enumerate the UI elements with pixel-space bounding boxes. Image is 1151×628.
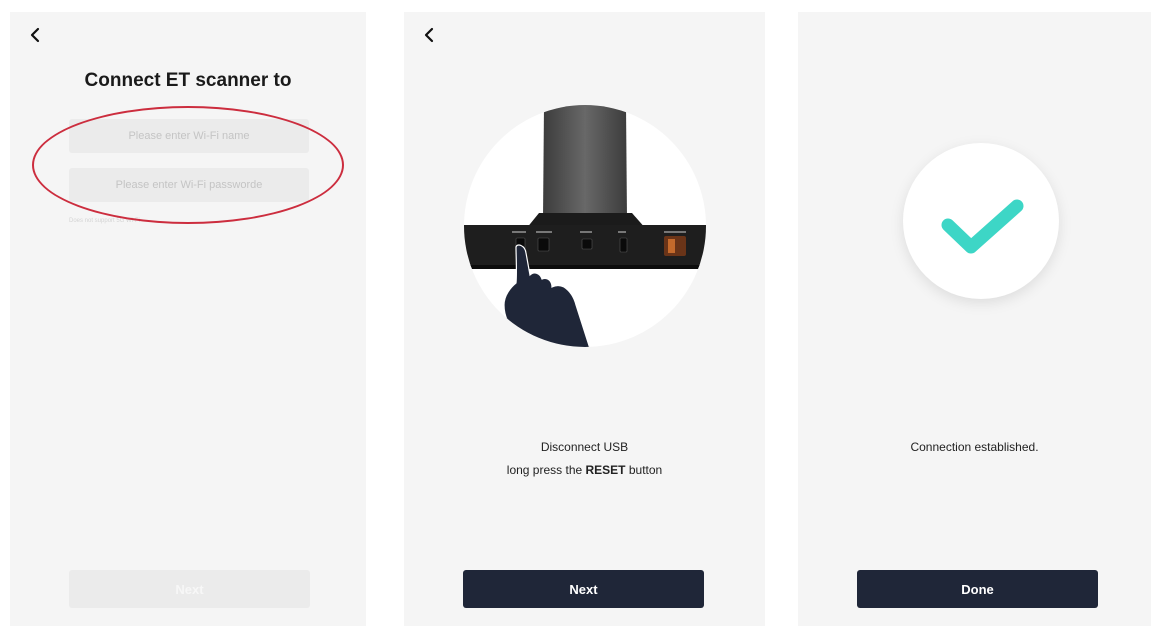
reset-instruction-screen: Disconnect USB long press the RESET butt… [404,12,765,626]
back-arrow-icon[interactable] [24,24,46,46]
success-badge [903,143,1059,299]
wifi-name-input[interactable] [69,119,309,153]
back-arrow-icon[interactable] [418,24,440,46]
wifi-hint-text: Does not support 5G Wi-Fi [69,218,141,224]
next-button[interactable]: Next [463,570,704,608]
done-button[interactable]: Done [857,570,1098,608]
instruction-line-1: Disconnect USB [540,440,629,454]
next-button[interactable]: Next [69,570,310,608]
checkmark-icon [941,199,1024,254]
status-message: Connection established. [910,440,1039,454]
page-title: Connect ET scanner to [84,70,292,91]
reset-keyword: RESET [585,463,626,477]
connection-success-screen: Connection established. Done [798,12,1151,626]
wifi-password-input[interactable] [69,168,309,202]
wifi-setup-screen: Connect ET scanner to Does not support 5… [10,12,366,626]
instruction-line-2: long press the RESET button [506,463,663,477]
scanner-reset-illustration [464,105,706,347]
reset-instructions: Disconnect USB long press the RESET butt… [404,436,765,482]
